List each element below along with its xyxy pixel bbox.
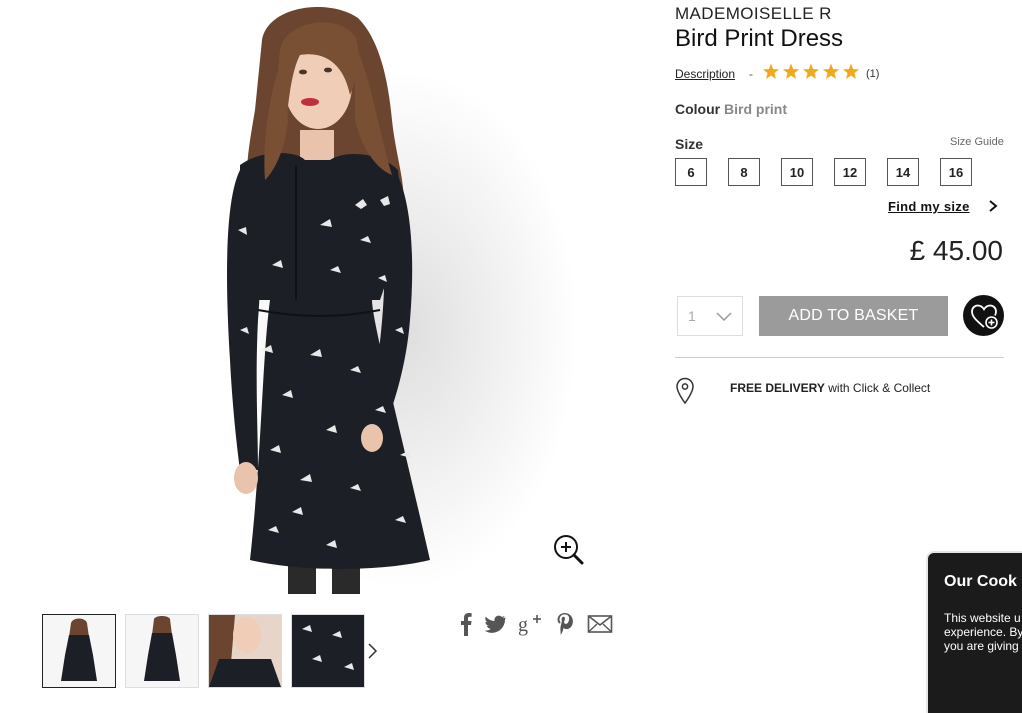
star-rating[interactable]: [762, 63, 862, 81]
separator: -: [749, 67, 753, 81]
zoom-icon[interactable]: [552, 533, 584, 565]
star-icon: [842, 63, 860, 79]
size-option-10[interactable]: 10: [781, 158, 813, 186]
size-option-8[interactable]: 8: [728, 158, 760, 186]
size-option-16[interactable]: 16: [940, 158, 972, 186]
size-option-6[interactable]: 6: [675, 158, 707, 186]
size-option-14[interactable]: 14: [887, 158, 919, 186]
quantity-value: 1: [688, 308, 696, 324]
colour-label: Colour: [675, 101, 721, 117]
size-guide-link[interactable]: Size Guide: [950, 136, 1004, 148]
delivery-detail: with Click & Collect: [824, 381, 931, 395]
chevron-right-icon[interactable]: [366, 641, 380, 661]
star-icon: [762, 63, 780, 79]
review-count[interactable]: (1): [866, 68, 879, 80]
size-option-12[interactable]: 12: [834, 158, 866, 186]
heart-plus-icon: [970, 304, 998, 329]
chevron-right-icon[interactable]: [988, 199, 998, 213]
cookie-line: This website u: [944, 611, 1021, 625]
chevron-down-icon: [716, 312, 732, 322]
add-to-wishlist-button[interactable]: [963, 295, 1004, 336]
pinterest-icon[interactable]: [556, 612, 574, 636]
star-icon: [782, 63, 800, 79]
description-link[interactable]: Description: [675, 67, 735, 81]
google-plus-icon[interactable]: g: [518, 612, 544, 636]
size-label: Size: [675, 136, 704, 152]
cookie-line: you are giving: [944, 639, 1019, 653]
star-icon: [802, 63, 820, 79]
thumbnail-neckline-detail[interactable]: [208, 614, 282, 688]
email-icon[interactable]: [587, 612, 613, 636]
product-price: £ 45.00: [909, 235, 1003, 266]
quantity-select[interactable]: 1: [677, 296, 743, 336]
delivery-highlight: FREE DELIVERY: [730, 381, 825, 395]
thumbnail-back-view[interactable]: [125, 614, 199, 688]
cookie-title: Our Cook: [944, 573, 1017, 590]
cookie-banner: Our Cook This website u experience. By y…: [926, 551, 1022, 713]
divider: [675, 357, 1004, 358]
cookie-text: This website u experience. By you are gi…: [944, 611, 1022, 653]
location-pin-icon: [676, 377, 694, 405]
twitter-icon[interactable]: [484, 612, 506, 636]
cookie-line: experience. By: [944, 625, 1022, 639]
star-icon: [822, 63, 840, 79]
svg-text:g: g: [518, 614, 528, 636]
colour-value: Bird print: [724, 101, 787, 117]
thumbnail-front-view[interactable]: [42, 614, 116, 688]
find-my-size-link[interactable]: Find my size: [888, 199, 970, 214]
delivery-info: FREE DELIVERY with Click & Collect: [730, 381, 930, 395]
product-title: Bird Print Dress: [675, 25, 844, 52]
add-to-basket-button[interactable]: ADD TO BASKET: [759, 296, 948, 336]
facebook-icon[interactable]: [459, 612, 473, 636]
brand-name[interactable]: MADEMOISELLE R: [675, 4, 832, 24]
thumbnail-print-detail[interactable]: [291, 614, 365, 688]
product-main-image[interactable]: [0, 0, 640, 594]
model-figure: [227, 6, 430, 594]
